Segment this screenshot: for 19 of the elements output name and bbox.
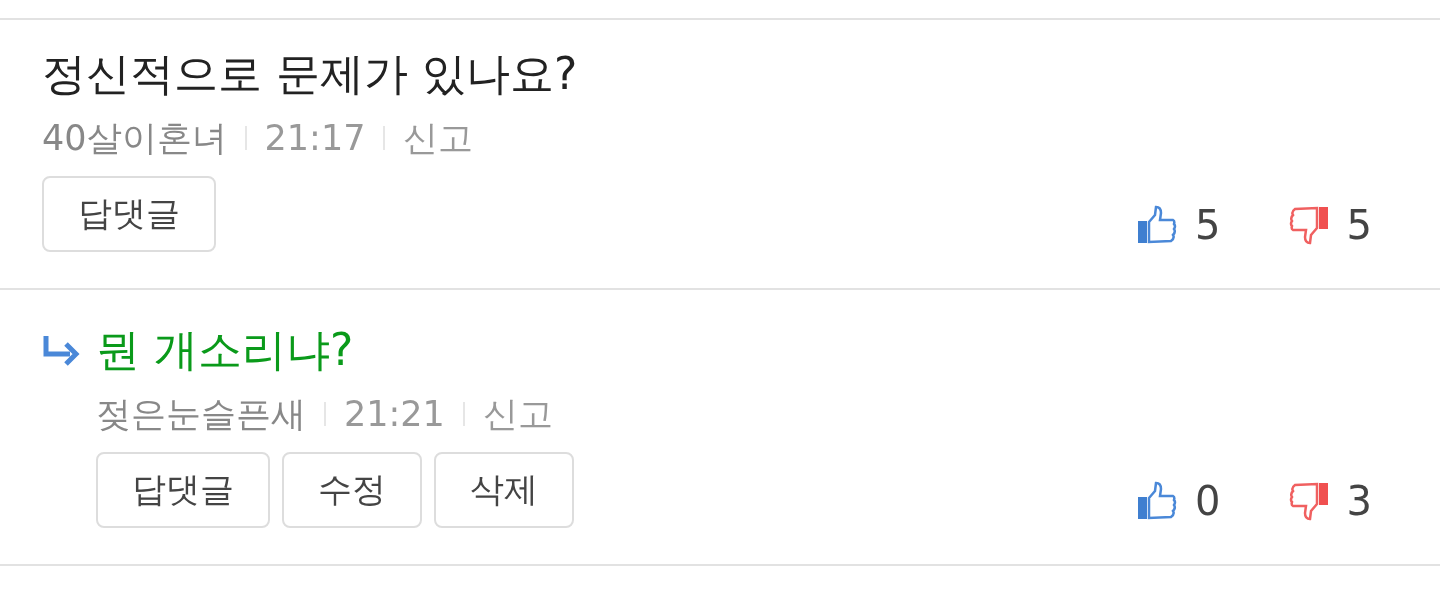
comment-action-button[interactable]: 삭제 — [434, 451, 574, 528]
thumbs-down-icon[interactable] — [1288, 480, 1329, 521]
like-count: 0 — [1195, 477, 1221, 524]
like-count: 5 — [1195, 201, 1221, 248]
dislike-count: 5 — [1346, 201, 1372, 248]
comment-action-button[interactable]: 답댓글 — [96, 451, 270, 528]
comment-time: 21:21 — [344, 394, 445, 435]
comment-time: 21:17 — [264, 118, 366, 159]
comment-action-button[interactable]: 답댓글 — [42, 175, 216, 252]
dislike-count: 3 — [1346, 477, 1372, 524]
thumbs-up-icon[interactable] — [1137, 480, 1178, 521]
comment-text: 뭔 개소리냐? — [96, 323, 354, 377]
comment-action-button[interactable]: 수정 — [282, 451, 422, 528]
author-name[interactable]: 40살이혼녀 — [42, 114, 227, 162]
thumbs-up-icon[interactable] — [1137, 204, 1178, 245]
author-name[interactable]: 젖은눈슬픈새 — [96, 390, 306, 438]
thumbs-down-icon[interactable] — [1288, 204, 1329, 245]
reply-arrow-icon — [42, 334, 80, 367]
comment-text: 정신적으로 문제가 있나요? — [42, 48, 578, 101]
